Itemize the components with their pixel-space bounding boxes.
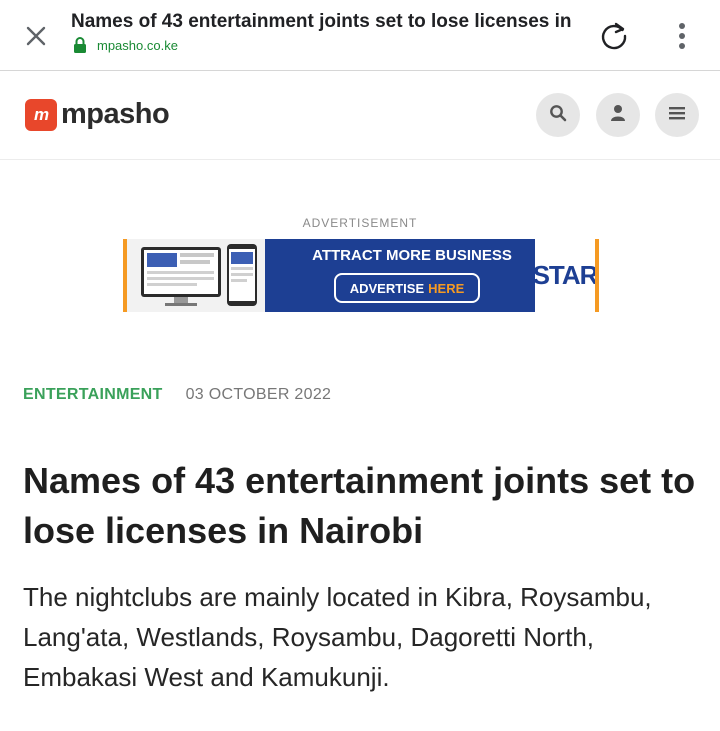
site-header: m mpasho: [0, 71, 720, 160]
url-text: mpasho.co.ke: [97, 37, 178, 53]
article-lede: The nightclubs are mainly located in Kib…: [23, 582, 652, 692]
category-link[interactable]: ENTERTAINMENT: [23, 386, 163, 404]
ad-device-image: [127, 239, 265, 312]
article-meta: ENTERTAINMENT 03 OCTOBER 2022: [23, 386, 331, 404]
article-headline: Names of 43 entertainment joints set to …: [23, 460, 696, 551]
browser-toolbar: Names of 43 entertainment joints set to …: [0, 0, 720, 71]
logo-badge: m: [25, 98, 57, 131]
ad-cta-highlight: HERE: [428, 280, 465, 296]
ad-cta-text: ADVERTISE: [349, 280, 425, 296]
url-bar[interactable]: mpasho.co.ke: [73, 37, 178, 53]
search-button[interactable]: [536, 93, 580, 137]
ad-cta-button[interactable]: ADVERTISE HERE: [334, 273, 480, 303]
page-title: Names of 43 entertainment joints set to …: [71, 11, 572, 32]
search-icon: [549, 104, 567, 127]
lock-icon: [73, 37, 87, 53]
reload-icon[interactable]: [597, 19, 631, 53]
site-logo[interactable]: m mpasho: [25, 98, 170, 131]
advertisement-label: ADVERTISEMENT: [302, 216, 418, 230]
user-icon: [610, 104, 626, 127]
publish-date: 03 OCTOBER 2022: [185, 386, 332, 403]
menu-icon: [669, 106, 685, 125]
account-button[interactable]: [596, 93, 640, 137]
more-vert-icon[interactable]: [670, 22, 694, 50]
menu-button[interactable]: [655, 93, 699, 137]
ad-logo: STAR: [533, 239, 595, 312]
logo-text: mpasho: [61, 98, 170, 130]
close-icon[interactable]: [22, 22, 50, 50]
ad-headline: ATTRACT MORE BUSINESS: [312, 247, 512, 264]
advertisement-banner[interactable]: ATTRACT MORE BUSINESS ADVERTISE HERE STA…: [123, 239, 599, 312]
